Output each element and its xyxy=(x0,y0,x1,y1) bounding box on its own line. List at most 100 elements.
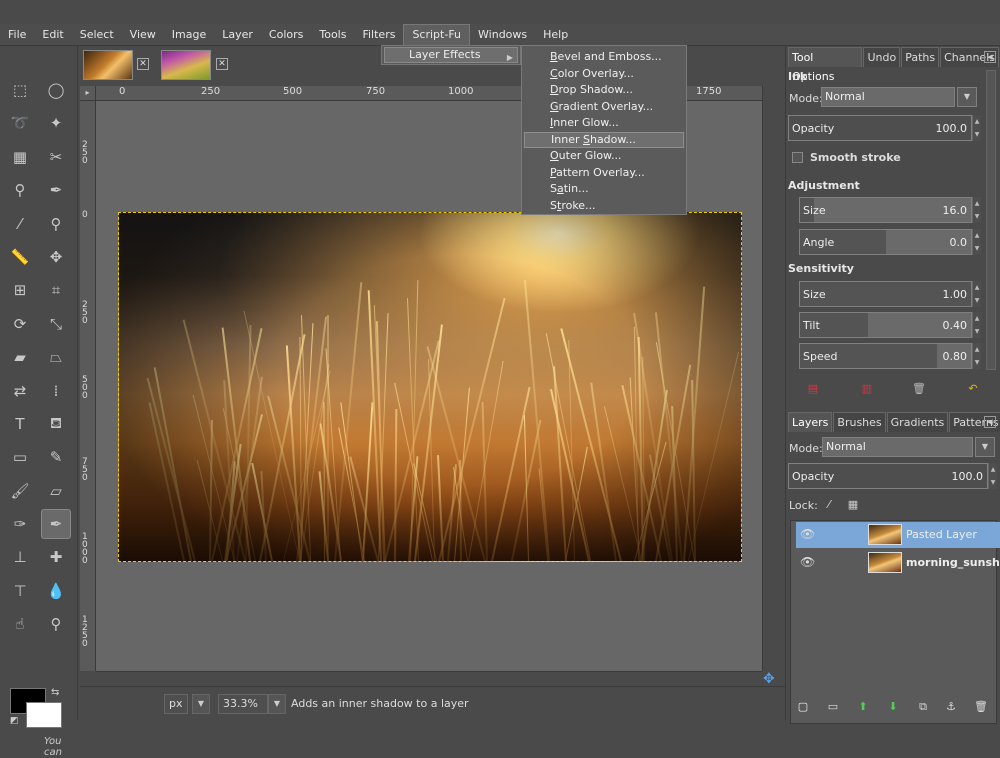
menu-view[interactable]: View xyxy=(122,24,164,46)
menu-item-effect[interactable]: Gradient Overlay... xyxy=(524,99,684,116)
swap-colors-icon[interactable]: ⇆ xyxy=(51,687,59,698)
eye-icon[interactable]: 👁 xyxy=(800,527,815,541)
flip-icon[interactable]: ⇄ xyxy=(5,376,35,406)
duplicate-layer-icon[interactable]: ⧉ xyxy=(914,698,932,716)
anchor-icon[interactable]: ⚓ xyxy=(942,698,960,716)
align-icon[interactable]: ⊞ xyxy=(5,275,35,305)
tab-layers[interactable]: Layers xyxy=(788,412,833,432)
menu-item-effect[interactable]: Drop Shadow... xyxy=(524,82,684,99)
move-icon[interactable]: ✥ xyxy=(41,242,71,272)
raise-layer-icon[interactable]: ⬆ xyxy=(854,698,872,716)
vertical-ruler[interactable]: 2 5 0 0 2 5 0 5 0 0 7 5 0 1 0 0 0 1 2 5 … xyxy=(80,101,96,671)
eye-icon[interactable]: 👁 xyxy=(800,555,815,569)
ink-icon[interactable]: ✒ xyxy=(41,509,71,540)
menu-edit[interactable]: Edit xyxy=(34,24,71,46)
menu-item-effect[interactable]: Bevel and Emboss... xyxy=(524,49,684,66)
menu-script-fu[interactable]: Script-Fu xyxy=(403,23,471,46)
chevron-down-icon[interactable]: ▼ xyxy=(975,437,995,457)
spin-arrows-icon[interactable]: ▲ ▼ xyxy=(972,312,981,338)
speed-slider[interactable]: Speed 0.80 xyxy=(799,343,972,369)
spin-arrows-icon[interactable]: ▲ ▼ xyxy=(972,281,981,307)
tab-gradients[interactable]: Gradients xyxy=(886,412,949,432)
spin-arrows-icon[interactable]: ▲ ▼ xyxy=(972,115,981,141)
tab-menu-icon[interactable]: ◀ xyxy=(984,51,996,63)
default-colors-icon[interactable]: ◩ xyxy=(10,716,20,726)
free-select-icon[interactable]: ➰ xyxy=(5,108,35,138)
lock-alpha-icon[interactable]: ▦ xyxy=(844,496,862,514)
menu-item-effect[interactable]: Stroke... xyxy=(524,198,684,215)
bucket-fill-icon[interactable]: ⛾ xyxy=(41,409,71,439)
size-slider[interactable]: Size 16.0 xyxy=(799,197,972,223)
sensitivity-size-slider[interactable]: Size 1.00 xyxy=(799,281,972,307)
menu-item-effect[interactable]: Satin... xyxy=(524,181,684,198)
menu-layer-effects[interactable]: Layer Effects ▶ xyxy=(384,47,518,63)
cage-transform-icon[interactable]: ⁞ xyxy=(41,376,71,406)
menu-windows[interactable]: Windows xyxy=(470,24,535,46)
menu-item-effect[interactable]: Outer Glow... xyxy=(524,148,684,165)
rotate-icon[interactable]: ⟳ xyxy=(5,309,35,339)
tab-paths[interactable]: Paths xyxy=(901,47,940,67)
lock-pixels-icon[interactable]: ⁄ xyxy=(820,496,838,514)
crop-icon[interactable]: ⌗ xyxy=(41,275,71,305)
background-color-swatch[interactable] xyxy=(26,702,62,728)
menu-layer[interactable]: Layer xyxy=(214,24,261,46)
rect-select-icon[interactable]: ⬚ xyxy=(5,75,35,105)
new-group-icon[interactable]: ▭ xyxy=(824,698,842,716)
eraser-icon[interactable]: ▱ xyxy=(41,476,71,506)
blur-icon[interactable]: 💧 xyxy=(41,576,71,606)
clone-icon[interactable]: ⊥ xyxy=(5,542,35,572)
menu-select[interactable]: Select xyxy=(72,24,122,46)
color-picker-icon[interactable]: ⁄ xyxy=(5,209,35,239)
smooth-stroke-checkbox[interactable] xyxy=(792,152,803,163)
layer-row[interactable]: 👁 morning_sunshin xyxy=(796,550,1000,576)
tab-brushes[interactable]: Brushes xyxy=(833,412,886,432)
chevron-down-icon[interactable]: ▼ xyxy=(192,694,210,714)
image-tab-thumbnail[interactable] xyxy=(161,50,211,80)
shear-icon[interactable]: ▰ xyxy=(5,342,35,372)
unit-select[interactable]: px xyxy=(164,694,188,714)
new-layer-icon[interactable]: ▢ xyxy=(794,698,812,716)
airbrush-icon[interactable]: ✑ xyxy=(5,509,35,539)
ruler-corner-icon[interactable]: ▸ xyxy=(80,86,96,101)
image-canvas[interactable] xyxy=(118,212,742,562)
text-icon[interactable]: T xyxy=(5,409,35,439)
fuzzy-select-icon[interactable]: ✦ xyxy=(41,108,71,138)
save-options-icon[interactable]: ▤ xyxy=(804,380,822,398)
color-select-icon[interactable]: ▦ xyxy=(5,142,35,172)
dodge-burn-icon[interactable]: ⚲ xyxy=(41,609,71,639)
menu-colors[interactable]: Colors xyxy=(261,24,311,46)
menu-item-effect[interactable]: Inner Glow... xyxy=(524,115,684,132)
menu-tools[interactable]: Tools xyxy=(311,24,354,46)
smudge-icon[interactable]: ☝ xyxy=(5,609,35,639)
restore-options-icon[interactable]: ▥ xyxy=(858,380,876,398)
menu-item-effect[interactable]: Pattern Overlay... xyxy=(524,165,684,182)
scale-icon[interactable]: ⤡ xyxy=(41,309,71,339)
tool-options-scrollbar[interactable] xyxy=(986,70,996,370)
ellipse-select-icon[interactable]: ◯ xyxy=(41,75,71,105)
lower-layer-icon[interactable]: ⬇ xyxy=(884,698,902,716)
layer-mode-select[interactable]: Normal xyxy=(822,437,973,457)
zoom-select[interactable]: 33.3% xyxy=(218,694,268,714)
perspective-icon[interactable]: ⏢ xyxy=(41,342,71,372)
mode-select[interactable]: Normal xyxy=(821,87,955,107)
close-icon[interactable]: ✕ xyxy=(137,58,149,70)
menu-item-effect[interactable]: Inner Shadow... xyxy=(524,131,684,148)
image-tab-thumbnail[interactable] xyxy=(83,50,133,80)
zoom-icon[interactable]: ⚲ xyxy=(41,209,71,239)
menu-help[interactable]: Help xyxy=(535,24,576,46)
layer-opacity-slider[interactable]: Opacity 100.0 xyxy=(788,463,988,489)
pencil-icon[interactable]: ✎ xyxy=(41,442,71,472)
close-icon[interactable]: ✕ xyxy=(216,58,228,70)
angle-slider[interactable]: Angle 0.0 xyxy=(799,229,972,255)
heal-icon[interactable]: ✚ xyxy=(41,542,71,572)
foreground-select-icon[interactable]: ⚲ xyxy=(5,175,35,205)
tab-undo[interactable]: Undo xyxy=(863,47,901,67)
tilt-slider[interactable]: Tilt 0.40 xyxy=(799,312,972,338)
delete-options-icon[interactable]: 🗑 xyxy=(910,380,928,398)
vertical-scrollbar[interactable] xyxy=(762,86,778,671)
navigate-icon[interactable]: ✥ xyxy=(763,672,777,686)
tab-tool-options[interactable]: Tool Options xyxy=(788,47,863,83)
chevron-down-icon[interactable]: ▼ xyxy=(957,87,977,107)
paths-icon[interactable]: ✒ xyxy=(41,175,71,205)
measure-icon[interactable]: 📏 xyxy=(5,242,35,272)
